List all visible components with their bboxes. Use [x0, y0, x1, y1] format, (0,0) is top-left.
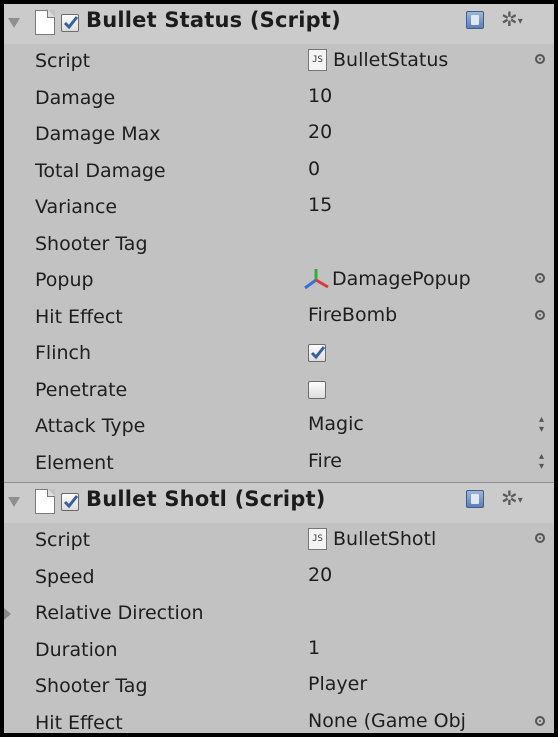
field-label: Shooter Tag — [35, 232, 148, 255]
field-label: Damage Max — [35, 123, 161, 145]
field-row: Penetrate — [4, 373, 554, 410]
field-row: Duration 1 — [4, 633, 554, 670]
field-label: Penetrate — [35, 378, 128, 401]
field-row: Script JS BulletStatus — [4, 44, 554, 81]
field-row: Relative Direction — [4, 596, 554, 633]
foldout-arrow-icon[interactable] — [8, 18, 20, 28]
field-value: BulletShotl — [333, 528, 437, 550]
object-picker-icon[interactable] — [535, 309, 545, 320]
attack-type-dropdown[interactable]: Magic — [308, 413, 364, 435]
total-damage-input[interactable]: 0 — [308, 158, 320, 180]
field-label: Script — [35, 529, 91, 551]
gear-icon[interactable]: ✲▾ — [501, 486, 523, 510]
popup-prefab-field[interactable]: DamagePopup — [302, 268, 471, 290]
script-component-icon — [35, 489, 55, 514]
duration-input[interactable]: 1 — [308, 637, 320, 659]
field-row: Speed 20 — [4, 560, 554, 597]
script-reference-field[interactable]: JS BulletShotl — [308, 528, 436, 550]
field-row: Hit Effect FireBomb — [4, 300, 554, 337]
component-header[interactable]: Bullet Shotl (Script) ✲▾ — [4, 482, 554, 523]
hit-effect-field[interactable]: FireBomb — [308, 304, 397, 326]
js-script-icon: JS — [308, 49, 327, 71]
gear-icon[interactable]: ✲▾ — [501, 7, 523, 31]
field-row: Shooter Tag — [4, 227, 554, 264]
checkmark-icon — [63, 495, 79, 509]
field-row: Popup DamagePopup — [4, 263, 554, 300]
checkmark-icon — [310, 346, 326, 360]
component-enabled-checkbox[interactable] — [61, 493, 79, 511]
component-enabled-checkbox[interactable] — [61, 14, 79, 32]
field-row: Attack Type Magic ▴ ▾ — [4, 409, 554, 446]
field-row: Total Damage 0 — [4, 154, 554, 191]
field-row: Flinch — [4, 336, 554, 373]
field-label: Speed — [35, 565, 95, 588]
field-label: Element — [35, 451, 114, 474]
field-row: Element Fire ▴ ▾ — [4, 446, 554, 483]
field-label: Shooter Tag — [35, 675, 148, 697]
object-picker-icon[interactable] — [535, 715, 545, 726]
field-label: Hit Effect — [35, 305, 123, 328]
field-row: Script JS BulletShotl — [4, 523, 554, 560]
damage-max-input[interactable]: 20 — [308, 121, 332, 143]
object-picker-icon[interactable] — [535, 533, 545, 543]
speed-input[interactable]: 20 — [308, 564, 332, 586]
object-picker-icon[interactable] — [535, 54, 545, 64]
field-label: Popup — [35, 269, 94, 291]
element-dropdown[interactable]: Fire — [308, 450, 342, 472]
field-label: Duration — [35, 638, 118, 661]
component-bullet-shotl: Bullet Shotl (Script) ✲▾ Script JS Bulle… — [4, 482, 554, 733]
flinch-checkbox[interactable] — [308, 344, 326, 362]
field-label: Hit Effect — [35, 711, 123, 734]
field-value: DamagePopup — [332, 268, 471, 290]
field-label: Script — [35, 50, 91, 72]
component-title: Bullet Status (Script) — [86, 8, 341, 32]
script-reference-field[interactable]: JS BulletStatus — [308, 49, 448, 71]
shooter-tag-input[interactable]: Player — [308, 673, 367, 695]
field-label: Damage — [35, 86, 116, 109]
help-book-icon[interactable] — [466, 490, 484, 508]
prefab-axes-icon — [302, 268, 330, 290]
foldout-arrow-icon[interactable] — [4, 608, 11, 620]
inspector-panel: Bullet Status (Script) ✲▾ Script JS Bull… — [4, 4, 554, 733]
dropdown-arrows-icon[interactable]: ▴ ▾ — [539, 415, 544, 435]
field-row: Damage Max 20 — [4, 117, 554, 154]
field-label: Attack Type — [35, 415, 146, 437]
js-script-icon: JS — [308, 528, 327, 550]
component-title: Bullet Shotl (Script) — [86, 487, 326, 511]
field-row: Damage 10 — [4, 81, 554, 118]
foldout-arrow-icon[interactable] — [8, 497, 20, 507]
damage-input[interactable]: 10 — [308, 85, 332, 107]
checkmark-icon — [63, 16, 79, 30]
component-header[interactable]: Bullet Status (Script) ✲▾ — [4, 4, 554, 44]
field-label[interactable]: Relative Direction — [35, 602, 204, 624]
field-row: Shooter Tag Player — [4, 669, 554, 706]
variance-input[interactable]: 15 — [308, 194, 332, 216]
component-bullet-status: Bullet Status (Script) ✲▾ Script JS Bull… — [4, 4, 554, 482]
field-label: Total Damage — [35, 159, 166, 182]
hit-effect-field[interactable]: None (Game Obj — [308, 710, 466, 732]
field-row: Hit Effect None (Game Obj — [4, 706, 554, 734]
field-label: Flinch — [35, 342, 92, 364]
field-row: Variance 15 — [4, 190, 554, 227]
script-component-icon — [35, 10, 55, 35]
penetrate-checkbox[interactable] — [308, 380, 326, 399]
field-value: BulletStatus — [333, 49, 449, 71]
dropdown-arrows-icon[interactable]: ▴ ▾ — [539, 451, 544, 472]
object-picker-icon[interactable] — [535, 273, 545, 283]
help-book-icon[interactable] — [466, 11, 484, 29]
field-label: Variance — [35, 196, 118, 218]
